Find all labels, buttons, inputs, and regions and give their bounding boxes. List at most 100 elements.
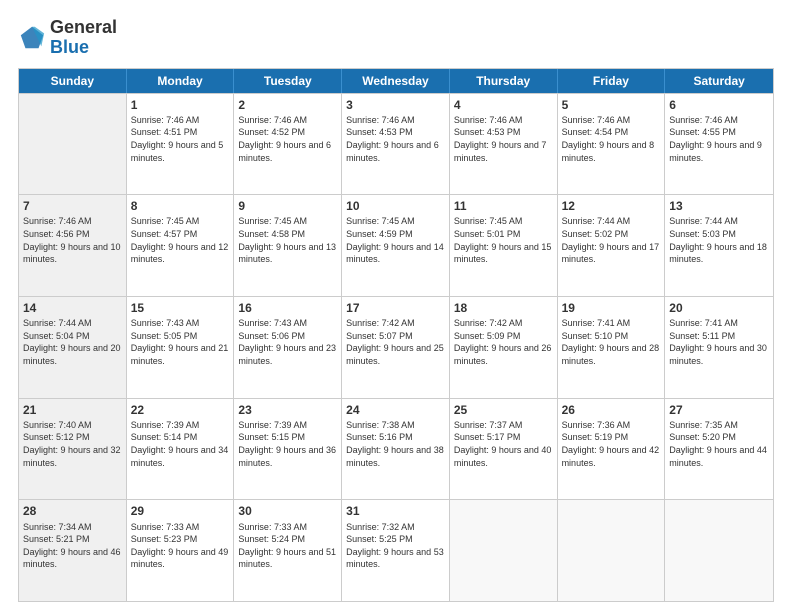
day-info: Sunrise: 7:33 AMSunset: 5:23 PMDaylight:… (131, 521, 230, 571)
day-number: 27 (669, 402, 769, 418)
logo-blue: Blue (50, 37, 89, 57)
weekday-header-sunday: Sunday (19, 69, 127, 93)
day-info: Sunrise: 7:43 AMSunset: 5:05 PMDaylight:… (131, 317, 230, 367)
day-number: 17 (346, 300, 445, 316)
calendar-empty-cell (665, 500, 773, 601)
calendar-row-2: 14Sunrise: 7:44 AMSunset: 5:04 PMDayligh… (19, 296, 773, 398)
day-number: 10 (346, 198, 445, 214)
day-number: 16 (238, 300, 337, 316)
day-number: 3 (346, 97, 445, 113)
calendar-day-23: 23Sunrise: 7:39 AMSunset: 5:15 PMDayligh… (234, 399, 342, 500)
logo-text: General Blue (50, 18, 117, 58)
day-info: Sunrise: 7:45 AMSunset: 4:59 PMDaylight:… (346, 215, 445, 265)
calendar-day-8: 8Sunrise: 7:45 AMSunset: 4:57 PMDaylight… (127, 195, 235, 296)
day-number: 12 (562, 198, 661, 214)
calendar-day-2: 2Sunrise: 7:46 AMSunset: 4:52 PMDaylight… (234, 94, 342, 195)
page: General Blue SundayMondayTuesdayWednesda… (0, 0, 792, 612)
calendar-header: SundayMondayTuesdayWednesdayThursdayFrid… (19, 69, 773, 93)
day-info: Sunrise: 7:46 AMSunset: 4:52 PMDaylight:… (238, 114, 337, 164)
logo: General Blue (18, 18, 117, 58)
calendar-day-12: 12Sunrise: 7:44 AMSunset: 5:02 PMDayligh… (558, 195, 666, 296)
day-info: Sunrise: 7:44 AMSunset: 5:03 PMDaylight:… (669, 215, 769, 265)
calendar-day-17: 17Sunrise: 7:42 AMSunset: 5:07 PMDayligh… (342, 297, 450, 398)
calendar-day-19: 19Sunrise: 7:41 AMSunset: 5:10 PMDayligh… (558, 297, 666, 398)
weekday-header-tuesday: Tuesday (234, 69, 342, 93)
day-number: 28 (23, 503, 122, 519)
day-number: 14 (23, 300, 122, 316)
weekday-header-thursday: Thursday (450, 69, 558, 93)
calendar-day-20: 20Sunrise: 7:41 AMSunset: 5:11 PMDayligh… (665, 297, 773, 398)
day-info: Sunrise: 7:32 AMSunset: 5:25 PMDaylight:… (346, 521, 445, 571)
day-info: Sunrise: 7:42 AMSunset: 5:09 PMDaylight:… (454, 317, 553, 367)
day-info: Sunrise: 7:46 AMSunset: 4:54 PMDaylight:… (562, 114, 661, 164)
calendar-day-1: 1Sunrise: 7:46 AMSunset: 4:51 PMDaylight… (127, 94, 235, 195)
day-info: Sunrise: 7:33 AMSunset: 5:24 PMDaylight:… (238, 521, 337, 571)
day-info: Sunrise: 7:42 AMSunset: 5:07 PMDaylight:… (346, 317, 445, 367)
calendar-row-0: 1Sunrise: 7:46 AMSunset: 4:51 PMDaylight… (19, 93, 773, 195)
day-number: 26 (562, 402, 661, 418)
calendar-day-7: 7Sunrise: 7:46 AMSunset: 4:56 PMDaylight… (19, 195, 127, 296)
day-number: 23 (238, 402, 337, 418)
logo-icon (18, 24, 46, 52)
calendar-day-24: 24Sunrise: 7:38 AMSunset: 5:16 PMDayligh… (342, 399, 450, 500)
calendar-empty-cell (19, 94, 127, 195)
day-info: Sunrise: 7:46 AMSunset: 4:53 PMDaylight:… (454, 114, 553, 164)
calendar-empty-cell (558, 500, 666, 601)
day-number: 18 (454, 300, 553, 316)
day-info: Sunrise: 7:44 AMSunset: 5:02 PMDaylight:… (562, 215, 661, 265)
weekday-header-wednesday: Wednesday (342, 69, 450, 93)
day-number: 5 (562, 97, 661, 113)
calendar-day-30: 30 Sunrise: 7:33 AMSunset: 5:24 PMDayligh… (234, 500, 342, 601)
calendar-day-21: 21Sunrise: 7:40 AMSunset: 5:12 PMDayligh… (19, 399, 127, 500)
calendar-row-4: 28 Sunrise: 7:34 AMSunset: 5:21 PMDayligh… (19, 499, 773, 601)
day-number: 31 (346, 503, 445, 519)
calendar-row-3: 21Sunrise: 7:40 AMSunset: 5:12 PMDayligh… (19, 398, 773, 500)
day-number: 9 (238, 198, 337, 214)
weekday-header-friday: Friday (558, 69, 666, 93)
calendar-day-29: 29 Sunrise: 7:33 AMSunset: 5:23 PMDayligh… (127, 500, 235, 601)
day-info: Sunrise: 7:35 AMSunset: 5:20 PMDaylight:… (669, 419, 769, 469)
day-info: Sunrise: 7:46 AMSunset: 4:51 PMDaylight:… (131, 114, 230, 164)
day-info: Sunrise: 7:37 AMSunset: 5:17 PMDaylight:… (454, 419, 553, 469)
calendar-day-25: 25Sunrise: 7:37 AMSunset: 5:17 PMDayligh… (450, 399, 558, 500)
calendar-day-9: 9Sunrise: 7:45 AMSunset: 4:58 PMDaylight… (234, 195, 342, 296)
day-info: Sunrise: 7:45 AMSunset: 4:57 PMDaylight:… (131, 215, 230, 265)
weekday-header-monday: Monday (127, 69, 235, 93)
day-number: 29 (131, 503, 230, 519)
calendar-day-31: 31 Sunrise: 7:32 AMSunset: 5:25 PMDayligh… (342, 500, 450, 601)
weekday-header-saturday: Saturday (665, 69, 773, 93)
day-number: 7 (23, 198, 122, 214)
day-number: 25 (454, 402, 553, 418)
day-number: 1 (131, 97, 230, 113)
header: General Blue (18, 18, 774, 58)
day-number: 8 (131, 198, 230, 214)
day-info: Sunrise: 7:46 AMSunset: 4:55 PMDaylight:… (669, 114, 769, 164)
day-info: Sunrise: 7:46 AMSunset: 4:56 PMDaylight:… (23, 215, 122, 265)
calendar-day-6: 6Sunrise: 7:46 AMSunset: 4:55 PMDaylight… (665, 94, 773, 195)
calendar-empty-cell (450, 500, 558, 601)
calendar: SundayMondayTuesdayWednesdayThursdayFrid… (18, 68, 774, 602)
day-info: Sunrise: 7:43 AMSunset: 5:06 PMDaylight:… (238, 317, 337, 367)
calendar-row-1: 7Sunrise: 7:46 AMSunset: 4:56 PMDaylight… (19, 194, 773, 296)
day-number: 15 (131, 300, 230, 316)
day-number: 19 (562, 300, 661, 316)
day-number: 21 (23, 402, 122, 418)
day-number: 30 (238, 503, 337, 519)
day-info: Sunrise: 7:46 AMSunset: 4:53 PMDaylight:… (346, 114, 445, 164)
day-info: Sunrise: 7:44 AMSunset: 5:04 PMDaylight:… (23, 317, 122, 367)
day-info: Sunrise: 7:41 AMSunset: 5:10 PMDaylight:… (562, 317, 661, 367)
calendar-day-22: 22Sunrise: 7:39 AMSunset: 5:14 PMDayligh… (127, 399, 235, 500)
calendar-day-27: 27Sunrise: 7:35 AMSunset: 5:20 PMDayligh… (665, 399, 773, 500)
day-info: Sunrise: 7:39 AMSunset: 5:15 PMDaylight:… (238, 419, 337, 469)
logo-general: General (50, 17, 117, 37)
calendar-day-11: 11Sunrise: 7:45 AMSunset: 5:01 PMDayligh… (450, 195, 558, 296)
calendar-body: 1Sunrise: 7:46 AMSunset: 4:51 PMDaylight… (19, 93, 773, 601)
calendar-day-4: 4Sunrise: 7:46 AMSunset: 4:53 PMDaylight… (450, 94, 558, 195)
calendar-day-3: 3Sunrise: 7:46 AMSunset: 4:53 PMDaylight… (342, 94, 450, 195)
day-info: Sunrise: 7:34 AMSunset: 5:21 PMDaylight:… (23, 521, 122, 571)
day-number: 11 (454, 198, 553, 214)
day-number: 6 (669, 97, 769, 113)
day-info: Sunrise: 7:38 AMSunset: 5:16 PMDaylight:… (346, 419, 445, 469)
calendar-day-13: 13Sunrise: 7:44 AMSunset: 5:03 PMDayligh… (665, 195, 773, 296)
day-number: 22 (131, 402, 230, 418)
